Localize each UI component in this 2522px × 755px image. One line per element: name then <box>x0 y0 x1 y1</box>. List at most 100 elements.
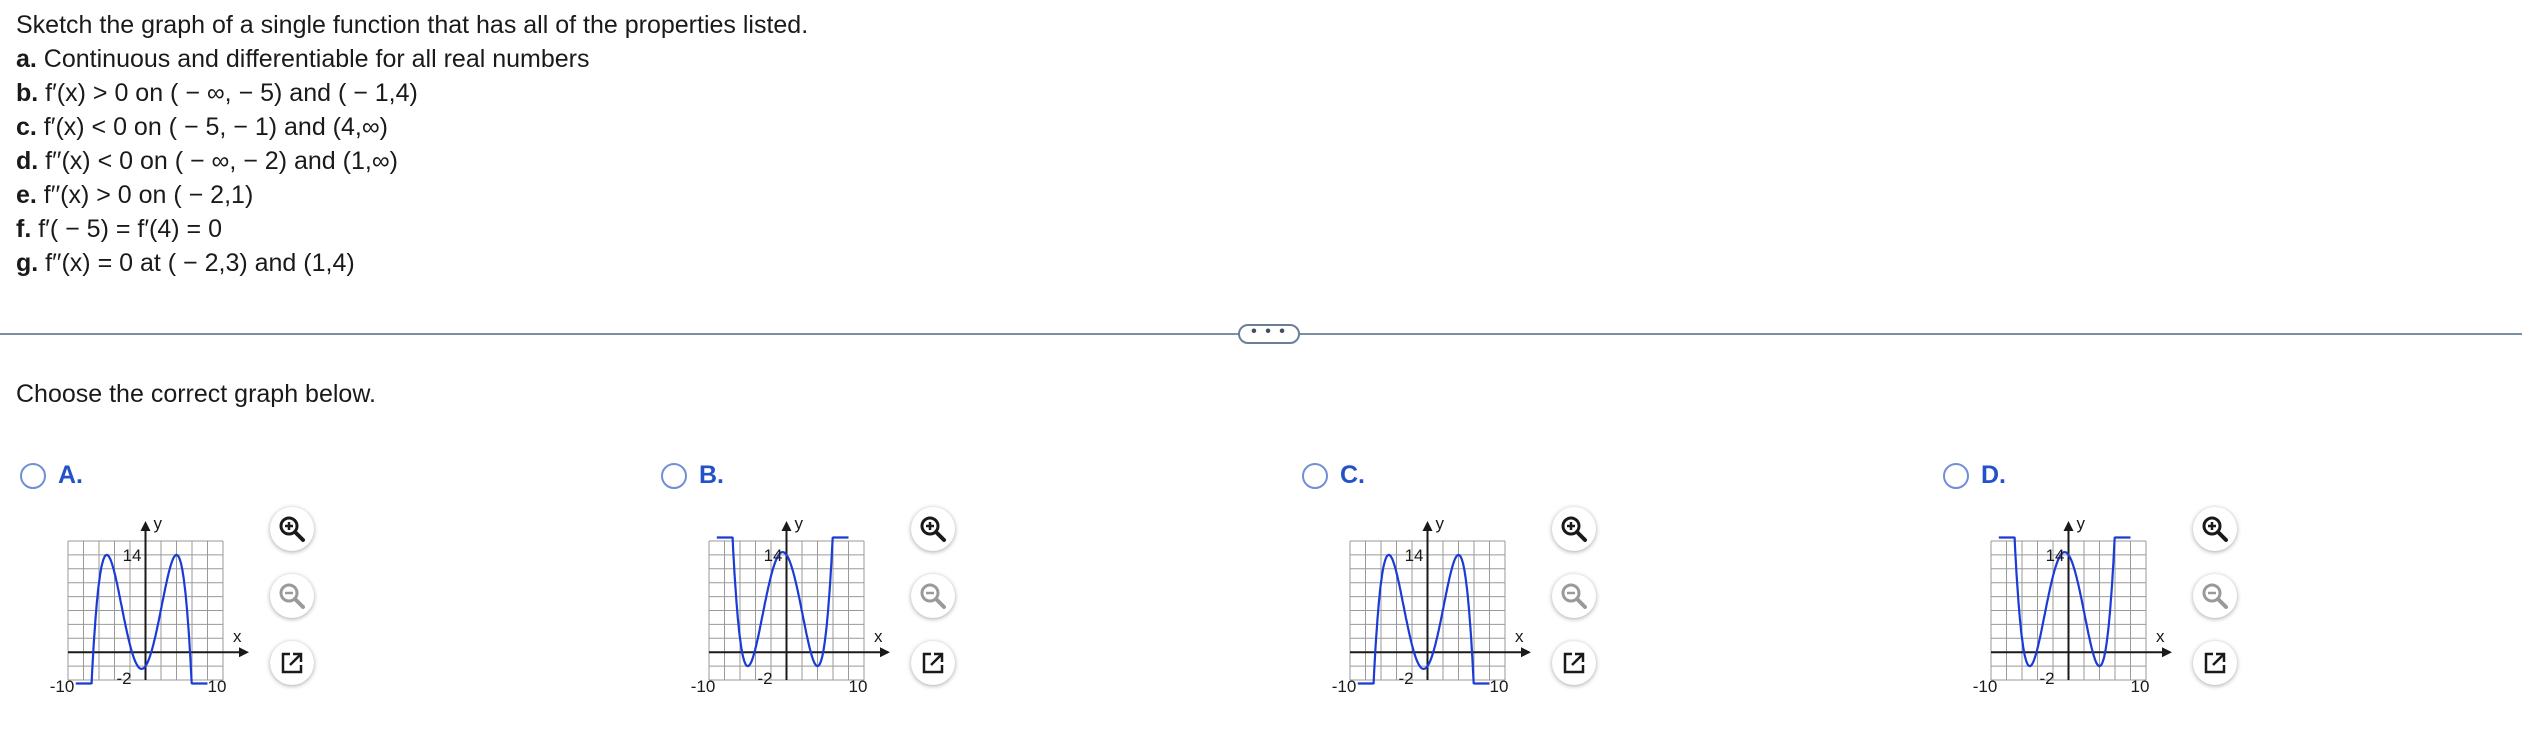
radio-button[interactable] <box>1302 463 1328 489</box>
open-new-window-icon <box>922 652 944 674</box>
choice-label: C. <box>1340 461 1365 489</box>
choice-d[interactable]: D. y x 14 -10 -2 10 <box>1943 455 2363 715</box>
x-tick-label: -10 <box>50 677 75 695</box>
zoom-in-button[interactable] <box>911 507 955 551</box>
choice-c[interactable]: C. y x 14 -10 -2 10 <box>1302 455 1722 715</box>
x-tick-label: 10 <box>208 677 227 695</box>
x-tick-label: -10 <box>1332 677 1357 695</box>
x-axis-arrow <box>2162 647 2172 658</box>
y-axis-arrow <box>2063 521 2074 531</box>
y-tick-label: 14 <box>764 546 783 565</box>
answer-prompt: Choose the correct graph below. <box>16 380 376 408</box>
x-axis-arrow <box>1521 647 1531 658</box>
question-text: Sketch the graph of a single function th… <box>16 8 808 280</box>
graph-thumbnail[interactable]: y x 14 -10 -2 10 <box>1302 505 1532 695</box>
choice-b[interactable]: B. y x 14 -10 -2 10 <box>661 455 1081 715</box>
property-d: d. f′′(x) < 0 on ( − ∞, − 2) and (1,∞) <box>16 144 808 178</box>
open-new-window-icon <box>2204 652 2226 674</box>
y-tick-label: 14 <box>123 546 142 565</box>
property-letter: e. <box>16 181 37 209</box>
property-text: Continuous and differentiable for all re… <box>36 45 590 73</box>
y-axis-arrow <box>781 521 792 531</box>
open-graph-button[interactable] <box>270 641 314 685</box>
x-tick-label: 10 <box>849 677 868 695</box>
property-letter: c. <box>16 113 37 141</box>
zoom-in-button[interactable] <box>1552 507 1596 551</box>
property-text: f′′(x) < 0 on ( − ∞, − 2) and (1,∞) <box>38 147 398 175</box>
property-letter: a. <box>16 45 37 73</box>
graph-thumbnail[interactable]: y x 14 -10 -2 10 <box>1943 505 2173 695</box>
zoom-in-icon <box>920 516 946 542</box>
radio-button[interactable] <box>661 463 687 489</box>
property-text: f′( − 5) = f′(4) = 0 <box>31 215 222 243</box>
x-tick-label: -2 <box>2039 669 2054 688</box>
property-letter: f. <box>16 215 32 243</box>
property-a: a. Continuous and differentiable for all… <box>16 42 808 76</box>
property-text: f′′(x) = 0 at ( − 2,3) and (1,4) <box>38 249 355 277</box>
open-graph-button[interactable] <box>2193 641 2237 685</box>
y-axis-label: y <box>795 514 804 533</box>
choice-label: D. <box>1981 461 2006 489</box>
function-curve <box>716 536 849 668</box>
zoom-out-button[interactable] <box>2193 574 2237 618</box>
property-text: f′(x) > 0 on ( − ∞, − 5) and ( − 1,4) <box>38 79 418 107</box>
function-curve <box>75 553 208 685</box>
open-graph-button[interactable] <box>1552 641 1596 685</box>
y-axis-label: y <box>154 514 163 533</box>
zoom-in-icon <box>1561 516 1587 542</box>
property-b: b. f′(x) > 0 on ( − ∞, − 5) and ( − 1,4) <box>16 76 808 110</box>
y-tick-label: 14 <box>2046 546 2065 565</box>
x-tick-label: -2 <box>116 669 131 688</box>
property-e: e. f′′(x) > 0 on ( − 2,1) <box>16 178 808 212</box>
zoom-out-icon <box>920 583 946 609</box>
property-text: f′(x) < 0 on ( − 5, − 1) and (4,∞) <box>36 113 388 141</box>
graph-thumbnail[interactable]: y x 14 -10 -2 10 <box>661 505 891 695</box>
x-axis-label: x <box>1515 627 1524 646</box>
property-letter: b. <box>16 79 39 107</box>
open-new-window-icon <box>1563 652 1585 674</box>
graph-thumbnail[interactable]: y x 14 -10 -2 10 <box>20 505 250 695</box>
property-letter: d. <box>16 147 39 175</box>
choice-a[interactable]: A. y x 14 -10 -2 10 <box>20 455 440 715</box>
zoom-out-button[interactable] <box>1552 574 1596 618</box>
zoom-out-button[interactable] <box>270 574 314 618</box>
zoom-out-icon <box>2202 583 2228 609</box>
x-tick-label: 10 <box>1490 677 1509 695</box>
function-curve <box>1998 536 2131 668</box>
radio-button[interactable] <box>1943 463 1969 489</box>
y-axis-label: y <box>2077 514 2086 533</box>
choice-label: B. <box>699 461 724 489</box>
open-graph-button[interactable] <box>911 641 955 685</box>
y-axis-arrow <box>1422 521 1433 531</box>
y-axis-arrow <box>140 521 151 531</box>
radio-button[interactable] <box>20 463 46 489</box>
zoom-in-icon <box>279 516 305 542</box>
function-curve <box>1357 553 1490 685</box>
property-c: c. f′(x) < 0 on ( − 5, − 1) and (4,∞) <box>16 110 808 144</box>
x-tick-label: 10 <box>2131 677 2150 695</box>
x-tick-label: -10 <box>1973 677 1998 695</box>
x-axis-label: x <box>874 627 883 646</box>
y-tick-label: 14 <box>1405 546 1424 565</box>
x-axis-label: x <box>2156 627 2165 646</box>
x-axis-arrow <box>239 647 249 658</box>
question-intro: Sketch the graph of a single function th… <box>16 11 809 39</box>
zoom-out-button[interactable] <box>911 574 955 618</box>
expand-toggle-button[interactable]: • • • <box>1238 324 1300 344</box>
property-text: f′′(x) > 0 on ( − 2,1) <box>36 181 254 209</box>
property-letter: g. <box>16 249 39 277</box>
choice-label: A. <box>58 461 83 489</box>
zoom-out-icon <box>279 583 305 609</box>
property-g: g. f′′(x) = 0 at ( − 2,3) and (1,4) <box>16 246 808 280</box>
zoom-in-button[interactable] <box>2193 507 2237 551</box>
x-tick-label: -2 <box>1398 669 1413 688</box>
property-f: f. f′( − 5) = f′(4) = 0 <box>16 212 808 246</box>
x-tick-label: -2 <box>757 669 772 688</box>
zoom-in-button[interactable] <box>270 507 314 551</box>
open-new-window-icon <box>281 652 303 674</box>
x-axis-label: x <box>233 627 242 646</box>
x-tick-label: -10 <box>691 677 716 695</box>
y-axis-label: y <box>1436 514 1445 533</box>
zoom-out-icon <box>1561 583 1587 609</box>
x-axis-arrow <box>880 647 890 658</box>
